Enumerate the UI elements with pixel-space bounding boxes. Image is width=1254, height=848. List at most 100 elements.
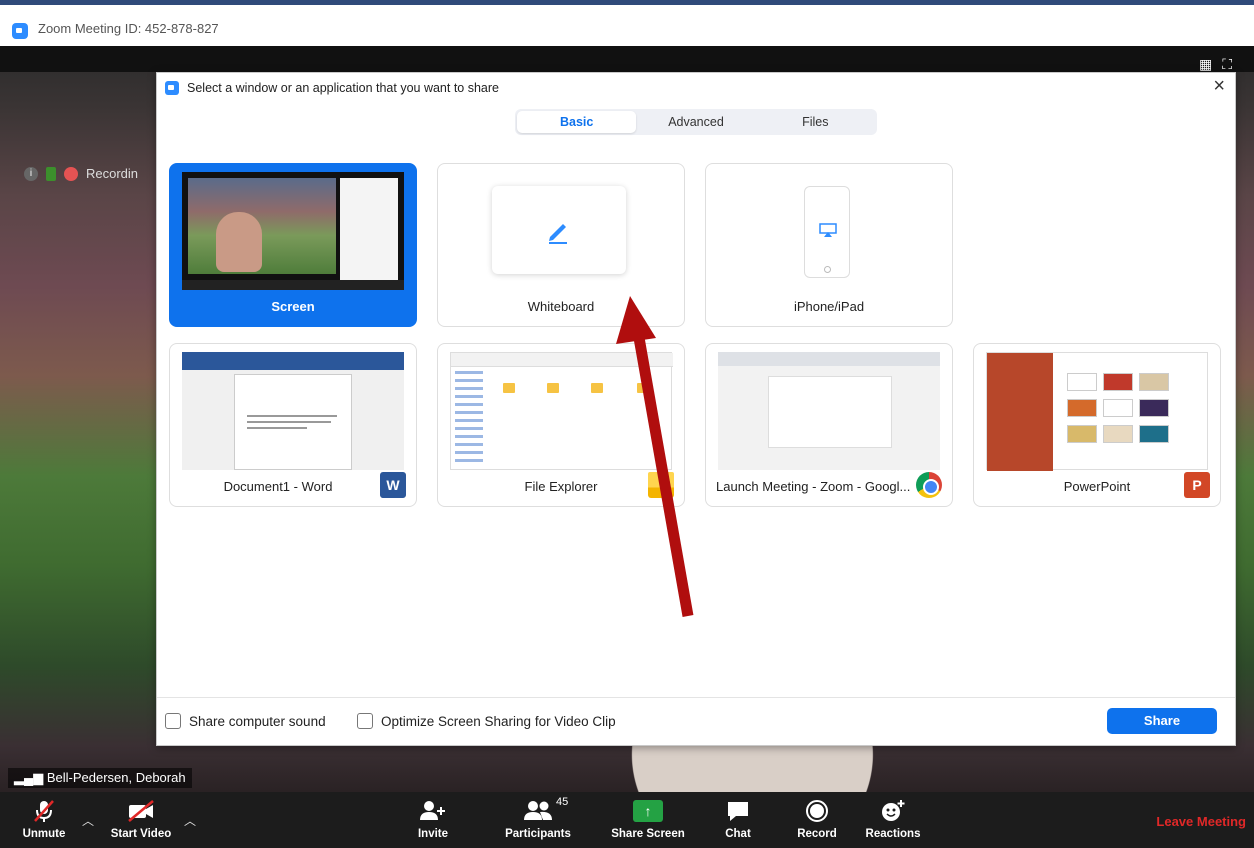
signal-bars-icon: ▂▄▆	[14, 770, 47, 785]
video-options-caret-icon[interactable]: ︿	[184, 812, 196, 829]
explorer-header	[451, 353, 673, 367]
info-icon[interactable]: i	[24, 166, 38, 181]
tab-files[interactable]: Files	[756, 111, 875, 133]
slide-template	[1103, 373, 1133, 391]
tab-advanced[interactable]: Advanced	[636, 111, 755, 133]
participants-button[interactable]: 45 Participants	[500, 796, 576, 844]
close-icon[interactable]: ×	[1213, 75, 1225, 98]
text-line	[247, 421, 331, 423]
powerpoint-icon: P	[1184, 472, 1210, 498]
record-button[interactable]: Record	[794, 798, 840, 844]
meeting-toolbar: Unmute ︿ Start Video ︿ Invite 45 Partici…	[0, 792, 1254, 848]
screen-preview-taskbar	[182, 280, 404, 290]
whiteboard-preview	[492, 186, 626, 274]
folder-icon	[547, 383, 559, 393]
share-tile-file-explorer[interactable]: File Explorer	[437, 343, 685, 507]
chrome-icon	[916, 472, 942, 498]
optimize-video-checkbox[interactable]: Optimize Screen Sharing for Video Clip	[357, 713, 616, 729]
folder-icon	[503, 383, 515, 393]
zoom-logo-icon	[165, 81, 179, 95]
reactions-button[interactable]: Reactions	[862, 798, 924, 844]
folder-icon	[648, 472, 674, 498]
slide-template	[1103, 399, 1133, 417]
text-line	[247, 427, 307, 429]
share-tile-iphone-ipad[interactable]: iPhone/iPad	[705, 163, 953, 327]
unmute-label: Unmute	[22, 828, 66, 840]
reactions-label: Reactions	[865, 828, 921, 840]
record-label: Record	[797, 828, 837, 840]
tile-label: Whiteboard	[527, 299, 595, 314]
start-video-label: Start Video	[110, 828, 172, 840]
fullscreen-icon[interactable]: ⛶	[1222, 56, 1242, 72]
microphone-muted-icon	[34, 800, 54, 822]
unmute-button[interactable]: Unmute	[14, 798, 74, 844]
record-icon	[806, 800, 828, 822]
screen-preview-video	[188, 178, 336, 274]
share-tile-screen[interactable]: Screen	[169, 163, 417, 327]
tile-label: Document1 - Word	[223, 479, 333, 494]
participants-count: 45	[556, 796, 569, 808]
window-title: Zoom Meeting ID: 452-878-827	[38, 21, 219, 36]
share-button[interactable]: Share	[1107, 708, 1217, 734]
slide-template	[1067, 399, 1097, 417]
share-screen-icon: ↑	[633, 800, 663, 822]
share-screen-dialog: Select a window or an application that y…	[156, 72, 1236, 746]
word-page	[234, 374, 352, 470]
tile-label: iPhone/iPad	[793, 299, 865, 314]
powerpoint-sidebar	[987, 353, 1053, 471]
word-ribbon	[182, 352, 404, 370]
share-screen-button[interactable]: ↑ Share Screen	[606, 798, 690, 844]
share-tile-word[interactable]: Document1 - Word W	[169, 343, 417, 507]
video-top-strip	[0, 46, 1254, 72]
speaker-name: Bell-Pedersen, Deborah	[46, 770, 186, 785]
window-title-bar: Zoom Meeting ID: 452-878-827	[0, 0, 1254, 46]
share-tile-chrome[interactable]: Launch Meeting - Zoom - Googl...	[705, 343, 953, 507]
checkbox-box[interactable]	[357, 713, 373, 729]
share-sound-checkbox[interactable]: Share computer sound	[165, 713, 326, 729]
camera-off-icon	[128, 800, 154, 822]
word-preview	[182, 352, 404, 470]
tile-label: Screen	[271, 299, 315, 314]
slide-template	[1103, 425, 1133, 443]
dialog-footer: Share computer sound Optimize Screen Sha…	[157, 697, 1235, 745]
invite-label: Invite	[417, 828, 449, 840]
share-tile-whiteboard[interactable]: Whiteboard	[437, 163, 685, 327]
zoom-logo-icon	[12, 23, 28, 39]
tab-basic[interactable]: Basic	[517, 111, 637, 133]
folder-icon	[637, 383, 649, 393]
share-tabs: Basic Advanced Files	[515, 109, 877, 135]
home-button	[824, 266, 831, 273]
share-tile-powerpoint[interactable]: PowerPoint P	[973, 343, 1221, 507]
slide-template	[1067, 373, 1097, 391]
tile-label: Launch Meeting - Zoom - Googl...	[716, 479, 911, 494]
invite-button[interactable]: Invite	[408, 798, 458, 844]
view-controls[interactable]: ▦⛶	[1199, 56, 1242, 73]
chrome-preview	[718, 352, 940, 470]
gallery-view-icon[interactable]: ▦	[1199, 56, 1222, 72]
speaker-name-tag: ▂▄▆ Bell-Pedersen, Deborah	[8, 768, 192, 788]
leave-meeting-button[interactable]: Leave Meeting	[1156, 814, 1246, 829]
checkbox-box[interactable]	[165, 713, 181, 729]
explorer-sidebar	[455, 371, 483, 467]
airplay-icon	[819, 223, 837, 237]
chrome-tabs	[718, 352, 940, 366]
zoom-window: Zoom Meeting ID: 452-878-827 ▦⛶ i Record…	[0, 0, 1254, 848]
explorer-preview	[450, 352, 673, 470]
slide-template	[1139, 373, 1169, 391]
word-icon: W	[380, 472, 406, 498]
start-video-button[interactable]: Start Video	[104, 798, 178, 844]
optimize-video-label: Optimize Screen Sharing for Video Clip	[381, 713, 616, 729]
slide-template	[1139, 399, 1169, 417]
audio-options-caret-icon[interactable]: ︿	[82, 812, 94, 829]
screen-preview-panel	[340, 178, 398, 282]
encryption-icon[interactable]	[46, 166, 56, 181]
share-sound-label: Share computer sound	[189, 713, 326, 729]
recording-label: Recordin	[86, 166, 139, 181]
add-person-icon	[420, 801, 445, 820]
recording-indicator: i Recordin	[24, 166, 138, 181]
pencil-icon	[549, 224, 567, 244]
share-screen-label: Share Screen	[611, 828, 685, 840]
chat-button[interactable]: Chat	[718, 798, 758, 844]
recording-dot-icon	[64, 166, 78, 181]
dialog-title: Select a window or an application that y…	[187, 81, 499, 95]
